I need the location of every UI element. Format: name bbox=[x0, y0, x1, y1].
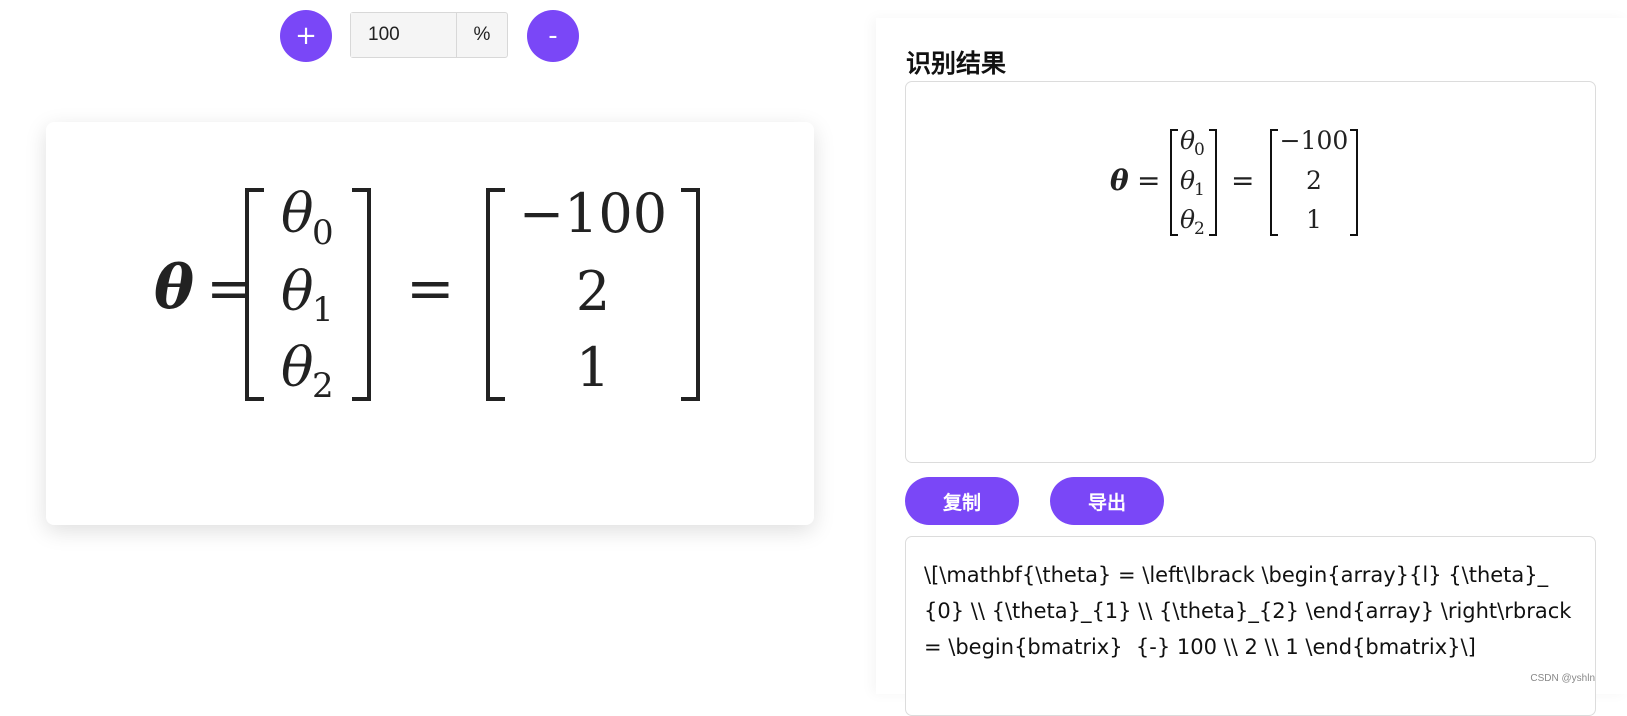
svg-text:θ: θ bbox=[1180, 205, 1195, 234]
preview-value-entry: 2 bbox=[1306, 166, 1322, 195]
formula-lhs-symbol: θ bbox=[154, 253, 194, 323]
preview-value-entry: −100 bbox=[1280, 126, 1349, 155]
result-panel: 识别结果 θ = θ 0 θ 1 θ 2 = −100 2 1 复制 导出 \[… bbox=[876, 18, 1627, 716]
value-entry: 2 bbox=[576, 260, 610, 323]
formula-equals-2: = bbox=[406, 254, 455, 322]
value-entry: −100 bbox=[519, 182, 667, 245]
values-left-bracket bbox=[486, 188, 505, 401]
preview-vector-entry: θ 2 bbox=[1180, 205, 1205, 239]
zoom-out-button[interactable]: - bbox=[527, 10, 579, 62]
preview-values-left-bracket bbox=[1270, 129, 1278, 236]
svg-text:θ: θ bbox=[281, 336, 314, 399]
copy-button[interactable]: 复制 bbox=[905, 477, 1019, 525]
zoom-unit-label: % bbox=[473, 24, 491, 45]
latex-output-text[interactable]: \[\mathbf{\theta} = \left\lbrack \begin{… bbox=[905, 536, 1596, 716]
vector-entry: θ 1 bbox=[281, 260, 334, 330]
vector-entry: θ 2 bbox=[281, 336, 334, 406]
preview-lhs-symbol: θ bbox=[1110, 164, 1129, 197]
values-right-bracket bbox=[681, 188, 700, 401]
rendered-formula: θ = θ 0 θ 1 θ 2 = −100 2 1 bbox=[1110, 126, 1358, 239]
export-button[interactable]: 导出 bbox=[1050, 477, 1164, 525]
svg-text:2: 2 bbox=[1194, 219, 1205, 239]
zoom-toolbar: + % - bbox=[0, 0, 870, 80]
svg-text:θ: θ bbox=[281, 182, 314, 245]
value-entry: 1 bbox=[576, 336, 610, 399]
svg-text:0: 0 bbox=[1194, 140, 1205, 160]
preview-equals-2: = bbox=[1231, 164, 1254, 197]
source-formula-image: θ = θ 0 θ 1 θ 2 = −100 2 1 bbox=[154, 182, 700, 406]
svg-text:1: 1 bbox=[1194, 180, 1205, 200]
rendered-preview: θ = θ 0 θ 1 θ 2 = −100 2 1 bbox=[905, 81, 1596, 463]
preview-vector-left-bracket bbox=[1170, 129, 1178, 236]
svg-text:2: 2 bbox=[312, 366, 334, 406]
preview-equals-1: = bbox=[1137, 164, 1160, 197]
preview-vector-right-bracket bbox=[1209, 129, 1217, 236]
vector-right-bracket bbox=[352, 188, 371, 401]
vector-entry: θ 0 bbox=[281, 182, 334, 253]
svg-text:θ: θ bbox=[1180, 126, 1195, 155]
zoom-control: % bbox=[350, 12, 508, 58]
svg-text:1: 1 bbox=[312, 290, 334, 330]
preview-value-entry: 1 bbox=[1306, 205, 1322, 234]
preview-vector-entry: θ 0 bbox=[1180, 126, 1205, 160]
zoom-in-button[interactable]: + bbox=[280, 10, 332, 62]
svg-text:θ: θ bbox=[281, 260, 314, 323]
preview-vector-entry: θ 1 bbox=[1180, 166, 1205, 200]
zoom-input[interactable] bbox=[351, 13, 457, 57]
svg-text:θ: θ bbox=[1180, 166, 1195, 195]
svg-text:0: 0 bbox=[312, 213, 334, 253]
result-title: 识别结果 bbox=[906, 49, 1007, 78]
source-image-card: θ = θ 0 θ 1 θ 2 = −100 2 1 bbox=[46, 122, 814, 525]
watermark: CSDN @yshln bbox=[1530, 673, 1595, 684]
preview-values-right-bracket bbox=[1350, 129, 1358, 236]
